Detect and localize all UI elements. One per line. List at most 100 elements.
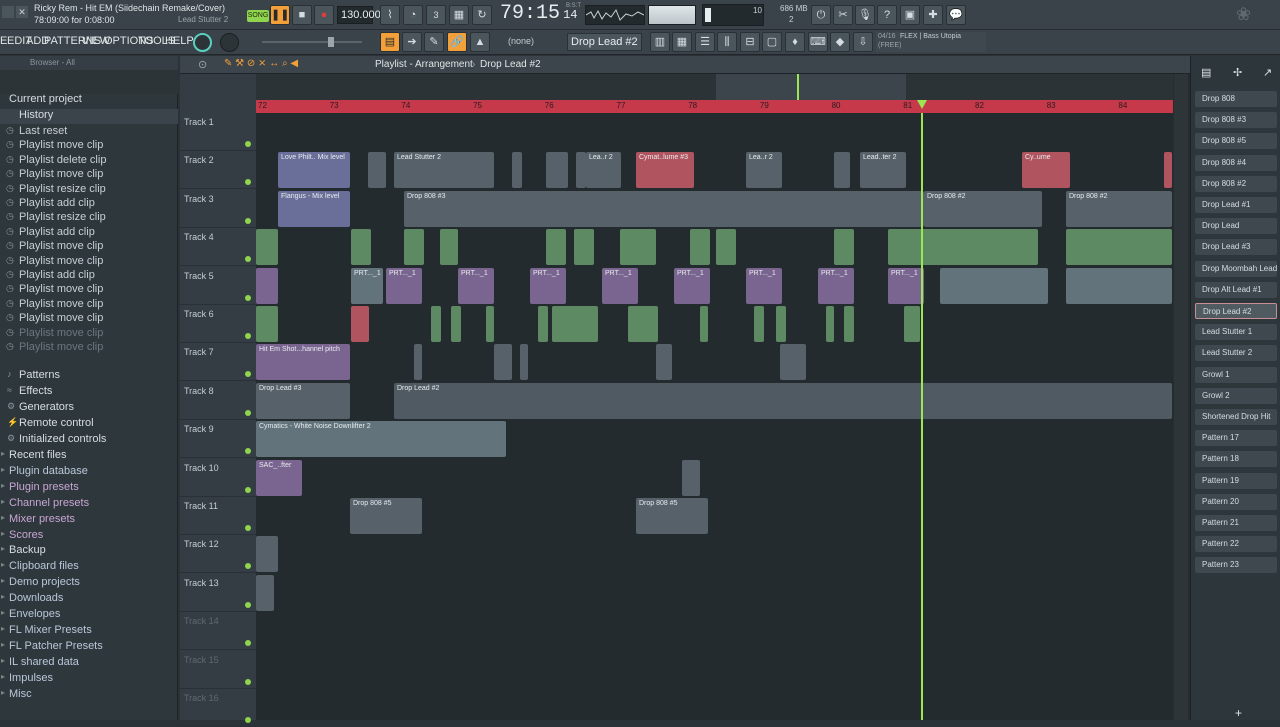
picker-item[interactable]: Growl 1 (1195, 366, 1277, 383)
playlist-clip[interactable] (451, 306, 461, 342)
playlist-clip[interactable] (1066, 229, 1172, 266)
playlist-clip[interactable] (716, 229, 736, 266)
track-header[interactable]: Track 2 (180, 151, 256, 190)
history-item[interactable]: ◷ Playlist move clip (0, 255, 178, 270)
picker-item[interactable]: Drop Moombah Lead (1195, 260, 1277, 277)
picker-item[interactable]: Drop Alt Lead #1 (1195, 281, 1277, 298)
browser-folder[interactable]: ▸ FL Mixer Presets (0, 624, 178, 639)
playlist-clip[interactable] (1066, 267, 1172, 304)
playlist-clip[interactable]: Drop 808 #2 (924, 190, 1042, 227)
track-mute-led-icon[interactable] (245, 717, 251, 723)
project-item[interactable]: ⚙ Initialized controls (0, 433, 178, 448)
track-header[interactable]: Track 1 (180, 113, 256, 151)
history-item[interactable]: ◷ Playlist move clip (0, 298, 178, 313)
piano-roll-icon[interactable]: ▦ (672, 32, 692, 52)
news-panel[interactable]: 04/16 FLEX | Bass Utopia (FREE) (876, 32, 986, 52)
playlist-clip[interactable]: PRT..._1 (530, 267, 566, 304)
browser-folder[interactable]: ▸ Plugin presets (0, 481, 178, 496)
picker-item[interactable]: Pattern 22 (1195, 536, 1277, 553)
track-header[interactable]: Track 5 (180, 267, 256, 305)
chat-icon[interactable]: 💬 (946, 5, 966, 25)
track-header[interactable]: Track 15 (180, 651, 256, 689)
history-item[interactable]: ◷ Playlist move clip (0, 312, 178, 327)
browser-history[interactable]: History (0, 109, 178, 124)
browser-folder[interactable]: ▸ Envelopes (0, 608, 178, 623)
picker-item[interactable]: Pattern 23 (1195, 557, 1277, 574)
playlist-snap-icon[interactable]: ▤ (380, 32, 400, 52)
song-mode-toggle[interactable]: SONG (247, 10, 269, 22)
picker-item[interactable]: Drop 808 #2 (1195, 175, 1277, 192)
playlist-clip[interactable]: PRT..._1 (746, 267, 782, 304)
playlist-clip[interactable]: Flangus - Mix level (278, 190, 350, 227)
picker-item[interactable]: Shortened Drop Hit (1195, 409, 1277, 425)
browser-folder[interactable]: ▸ Channel presets (0, 497, 178, 512)
track-mute-led-icon[interactable] (245, 179, 251, 186)
track-mute-led-icon[interactable] (245, 640, 251, 647)
track-mute-led-icon[interactable] (245, 486, 251, 493)
playlist-clip[interactable] (538, 306, 548, 342)
track-header[interactable]: Track 6 (180, 305, 256, 343)
playlist-tools-icons[interactable]: ✎ ⚒ ⊘ ⨯ ↔ ⌕ ◀ (224, 58, 298, 69)
playlist-clip[interactable] (256, 306, 278, 342)
menu-help[interactable]: HELP (165, 35, 194, 47)
mixer-icon[interactable]: ⫼ (717, 32, 737, 52)
browser-current-project[interactable]: Current project (0, 93, 178, 108)
browser-folder[interactable]: ▸ Backup (0, 544, 178, 559)
playlist-window-icon[interactable]: ▥ (650, 32, 670, 52)
project-item[interactable]: ⚙ Generators (0, 401, 178, 416)
playlist-clip[interactable] (546, 152, 568, 189)
history-item[interactable]: ◷ Playlist move clip (0, 168, 178, 183)
playlist-clip[interactable] (834, 229, 854, 266)
picker-item[interactable]: Drop 808 #3 (1195, 112, 1277, 129)
plugin-icon[interactable]: ✚ (923, 5, 943, 25)
playlist-clip[interactable] (690, 229, 710, 266)
track-mute-led-icon[interactable] (245, 371, 251, 378)
cut-icon[interactable]: ✂ (833, 5, 853, 25)
picker-item[interactable]: Drop 808 #5 (1195, 133, 1277, 150)
playlist-clip[interactable] (682, 459, 700, 496)
history-item[interactable]: ◷ Playlist add clip (0, 197, 178, 212)
history-item[interactable]: ◷ Playlist move clip (0, 139, 178, 154)
playlist-clip[interactable] (520, 344, 528, 381)
stamp-icon[interactable]: ▲ (470, 32, 490, 52)
playlist-clip[interactable] (351, 306, 369, 342)
pencil-icon[interactable]: ✎ (424, 32, 444, 52)
playlist-clip[interactable]: Drop 808 #3 (404, 190, 924, 227)
playlist-clip[interactable]: PRT..._1 (674, 267, 710, 304)
picker-add-icon[interactable]: + (1235, 706, 1242, 720)
track-mute-led-icon[interactable] (245, 525, 251, 531)
picker-item[interactable]: Drop Lead #3 (1195, 239, 1277, 256)
track-header[interactable]: Track 11 (180, 497, 256, 535)
track-mute-led-icon[interactable] (245, 678, 251, 685)
playlist-clip[interactable] (834, 152, 850, 189)
picker-item[interactable]: Lead Stutter 2 (1195, 345, 1277, 362)
history-item[interactable]: ◷ Last reset (0, 125, 178, 140)
countdown-icon[interactable]: 3 (426, 5, 446, 25)
history-item[interactable]: ◷ Playlist move clip (0, 341, 178, 356)
browser-folder[interactable]: ▸ Recent files (0, 449, 178, 464)
browser-folder[interactable]: ▸ FL Patcher Presets (0, 640, 178, 655)
playlist-clip[interactable]: Drop Lead #2 (394, 382, 1172, 419)
picker-item[interactable]: Pattern 20 (1195, 493, 1277, 510)
track-mute-led-icon[interactable] (245, 217, 251, 224)
playlist-clip[interactable] (844, 306, 854, 342)
playlist-clip[interactable]: PRT..._1 (458, 267, 494, 304)
playlist-clip[interactable] (636, 229, 656, 266)
playlist-clip[interactable]: PRT..._1 (818, 267, 854, 304)
browser-folder[interactable]: ▸ Clipboard files (0, 560, 178, 575)
browser-folder[interactable]: ▸ IL shared data (0, 656, 178, 671)
playlist-clip[interactable]: SAC_..fter (256, 459, 302, 496)
playlist-clip[interactable]: Lea..r 2 (586, 152, 621, 189)
playlist-clip[interactable] (486, 306, 494, 342)
playlist-clip[interactable] (576, 152, 586, 189)
picker-item[interactable]: Drop 808 (1195, 91, 1277, 107)
picker-arrow-icon[interactable]: ↗ (1263, 66, 1272, 79)
playlist-clip[interactable] (256, 536, 278, 573)
playlist-clip[interactable] (904, 306, 920, 342)
track-mute-led-icon[interactable] (245, 448, 251, 455)
picker-item[interactable]: Pattern 19 (1195, 472, 1277, 489)
picker-item[interactable]: Growl 2 (1195, 387, 1277, 404)
playlist-clip[interactable] (256, 267, 278, 304)
playlist-clip[interactable]: Drop 808 #5 (636, 498, 708, 534)
picker-item[interactable]: Lead Stutter 1 (1195, 324, 1277, 341)
